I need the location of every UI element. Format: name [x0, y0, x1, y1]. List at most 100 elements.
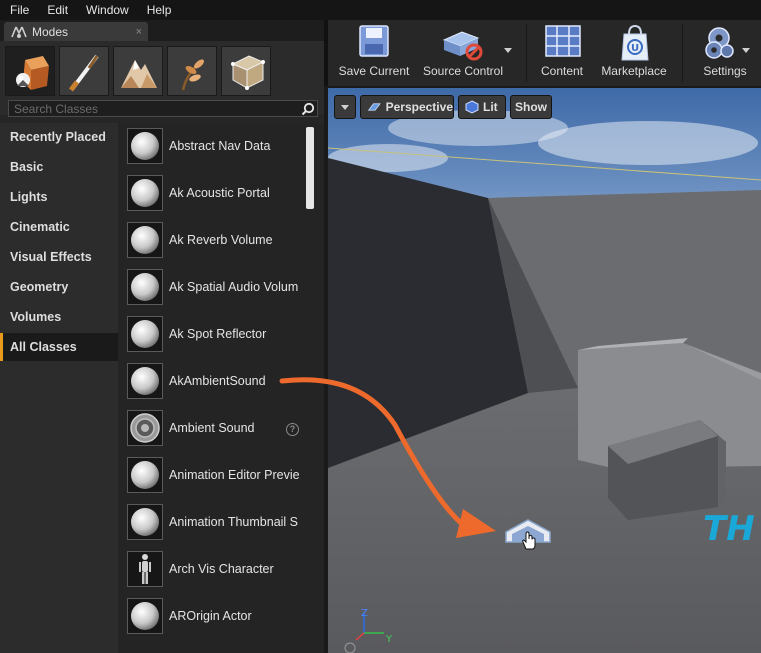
- modes-panel: Modes × Search Classes Recently Placed B…: [0, 20, 324, 653]
- source-control-dropdown-icon[interactable]: [504, 48, 512, 53]
- foliage-mode-icon: [181, 59, 204, 91]
- sphere-thumbnail-icon: [127, 175, 163, 211]
- class-list-item-label: Abstract Nav Data: [169, 139, 271, 153]
- lit-label: Lit: [483, 100, 498, 114]
- content-button[interactable]: Content: [534, 20, 590, 86]
- class-list-item[interactable]: Arch Vis Character: [118, 546, 308, 593]
- landscape-mode-icon: [121, 60, 157, 88]
- geometry-mode-button[interactable]: [221, 46, 271, 96]
- place-mode-icon: [16, 56, 49, 90]
- class-list-item-label: Animation Editor Previe: [169, 468, 300, 482]
- category-volumes[interactable]: Volumes: [0, 303, 118, 331]
- svg-text:U: U: [631, 43, 639, 54]
- menu-help[interactable]: Help: [137, 3, 180, 17]
- class-list-item-label: Ak Spot Reflector: [169, 327, 267, 341]
- speaker-thumbnail-icon: [127, 410, 163, 446]
- source-control-button[interactable]: Source Control: [418, 20, 512, 86]
- menu-bar: File Edit Window Help: [0, 0, 761, 20]
- settings-dropdown-icon[interactable]: [742, 48, 750, 53]
- marketplace-button[interactable]: U Marketplace: [594, 20, 674, 86]
- level-viewport[interactable]: TH Z Y Perspective Lit Show: [328, 88, 761, 653]
- category-basic[interactable]: Basic: [0, 153, 118, 181]
- sphere-thumbnail-icon: [127, 128, 163, 164]
- class-list: Abstract Nav Data Ak Acoustic Portal Ak Re…: [118, 123, 324, 653]
- search-classes-input[interactable]: Search Classes: [8, 100, 318, 117]
- content-icon: [545, 25, 581, 57]
- marketplace-icon: U: [621, 24, 649, 61]
- class-list-item[interactable]: Abstract Nav Data: [118, 123, 308, 170]
- class-list-item[interactable]: Ak Reverb Volume: [118, 217, 308, 264]
- hand-cursor-icon: [522, 531, 536, 550]
- class-list-item-label: Ak Reverb Volume: [169, 233, 273, 247]
- modes-tab[interactable]: Modes ×: [4, 22, 148, 41]
- close-icon[interactable]: ×: [136, 26, 142, 38]
- category-visual-effects[interactable]: Visual Effects: [0, 243, 118, 271]
- sphere-thumbnail-icon: [127, 504, 163, 540]
- chevron-down-icon: [341, 104, 349, 110]
- foliage-mode-button[interactable]: [167, 46, 217, 96]
- save-current-button[interactable]: Save Current: [332, 20, 416, 86]
- menu-window[interactable]: Window: [76, 3, 137, 17]
- marketplace-label: Marketplace: [601, 64, 667, 78]
- class-list-item[interactable]: AROrigin Actor: [118, 593, 308, 640]
- class-list-item-label: Ak Acoustic Portal: [169, 186, 270, 200]
- toolbar-divider: [526, 24, 527, 82]
- source-control-label: Source Control: [422, 64, 504, 78]
- modes-tab-icon: [11, 26, 27, 38]
- geometry-mode-icon: [231, 55, 265, 90]
- class-list-item-label: Ak Spatial Audio Volum: [169, 280, 299, 294]
- perspective-label: Perspective: [385, 100, 453, 114]
- settings-button[interactable]: Settings: [690, 20, 760, 86]
- perspective-icon: [367, 103, 381, 111]
- category-lights[interactable]: Lights: [0, 183, 118, 211]
- show-button[interactable]: Show: [510, 95, 552, 119]
- lit-button[interactable]: Lit: [458, 95, 506, 119]
- show-label: Show: [515, 100, 547, 114]
- viewport-options-button[interactable]: [334, 95, 356, 119]
- search-placeholder: Search Classes: [14, 102, 99, 116]
- class-list-item-label: Arch Vis Character: [169, 562, 274, 576]
- category-all-classes[interactable]: All Classes: [0, 333, 118, 361]
- sphere-thumbnail-icon: [127, 316, 163, 352]
- class-list-item[interactable]: Ambient Sound?: [118, 405, 308, 452]
- sphere-thumbnail-icon: [127, 363, 163, 399]
- toolbar-divider: [682, 24, 683, 82]
- class-list-item[interactable]: Animation Thumbnail S: [118, 499, 308, 546]
- settings-label: Settings: [703, 64, 747, 78]
- sphere-thumbnail-icon: [127, 598, 163, 634]
- class-list-item[interactable]: AkAmbientSound: [118, 358, 308, 405]
- sphere-thumbnail-icon: [127, 457, 163, 493]
- class-list-item-label: Ambient Sound: [169, 421, 255, 435]
- sphere-thumbnail-icon: [127, 269, 163, 305]
- paint-mode-icon: [69, 54, 99, 92]
- modes-tab-bar: Modes ×: [0, 20, 324, 41]
- save-current-label: Save Current: [338, 64, 410, 78]
- viewport-overlay-text: TH: [703, 509, 755, 549]
- help-icon[interactable]: ?: [286, 423, 299, 436]
- category-recently-placed[interactable]: Recently Placed: [0, 123, 118, 151]
- axis-y-label: Y: [385, 634, 393, 645]
- class-list-item[interactable]: Ak Spot Reflector: [118, 311, 308, 358]
- modes-tab-label: Modes: [32, 24, 69, 39]
- class-list-item[interactable]: Animation Editor Previe: [118, 452, 308, 499]
- viewport-toolbar: Perspective Lit Show: [328, 88, 761, 126]
- class-list-item-label: AkAmbientSound: [169, 374, 266, 388]
- main-toolbar: Save Current Source Control Content U Ma…: [324, 20, 761, 86]
- perspective-button[interactable]: Perspective: [360, 95, 454, 119]
- paint-mode-button[interactable]: [59, 46, 109, 96]
- class-list-item-label: Animation Thumbnail S: [169, 515, 299, 529]
- class-list-item[interactable]: Ak Acoustic Portal: [118, 170, 308, 217]
- place-mode-button[interactable]: [5, 46, 55, 96]
- search-icon[interactable]: [301, 102, 315, 116]
- category-geometry[interactable]: Geometry: [0, 273, 118, 301]
- source-control-icon: [442, 31, 483, 61]
- settings-icon: [705, 27, 734, 59]
- axis-z-label: Z: [361, 608, 368, 619]
- menu-file[interactable]: File: [0, 3, 37, 17]
- viewport-scene: TH Z Y: [328, 88, 761, 653]
- menu-edit[interactable]: Edit: [37, 3, 76, 17]
- class-list-item[interactable]: Ak Spatial Audio Volum: [118, 264, 308, 311]
- category-list: Recently Placed Basic Lights Cinematic V…: [0, 123, 118, 653]
- landscape-mode-button[interactable]: [113, 46, 163, 96]
- category-cinematic[interactable]: Cinematic: [0, 213, 118, 241]
